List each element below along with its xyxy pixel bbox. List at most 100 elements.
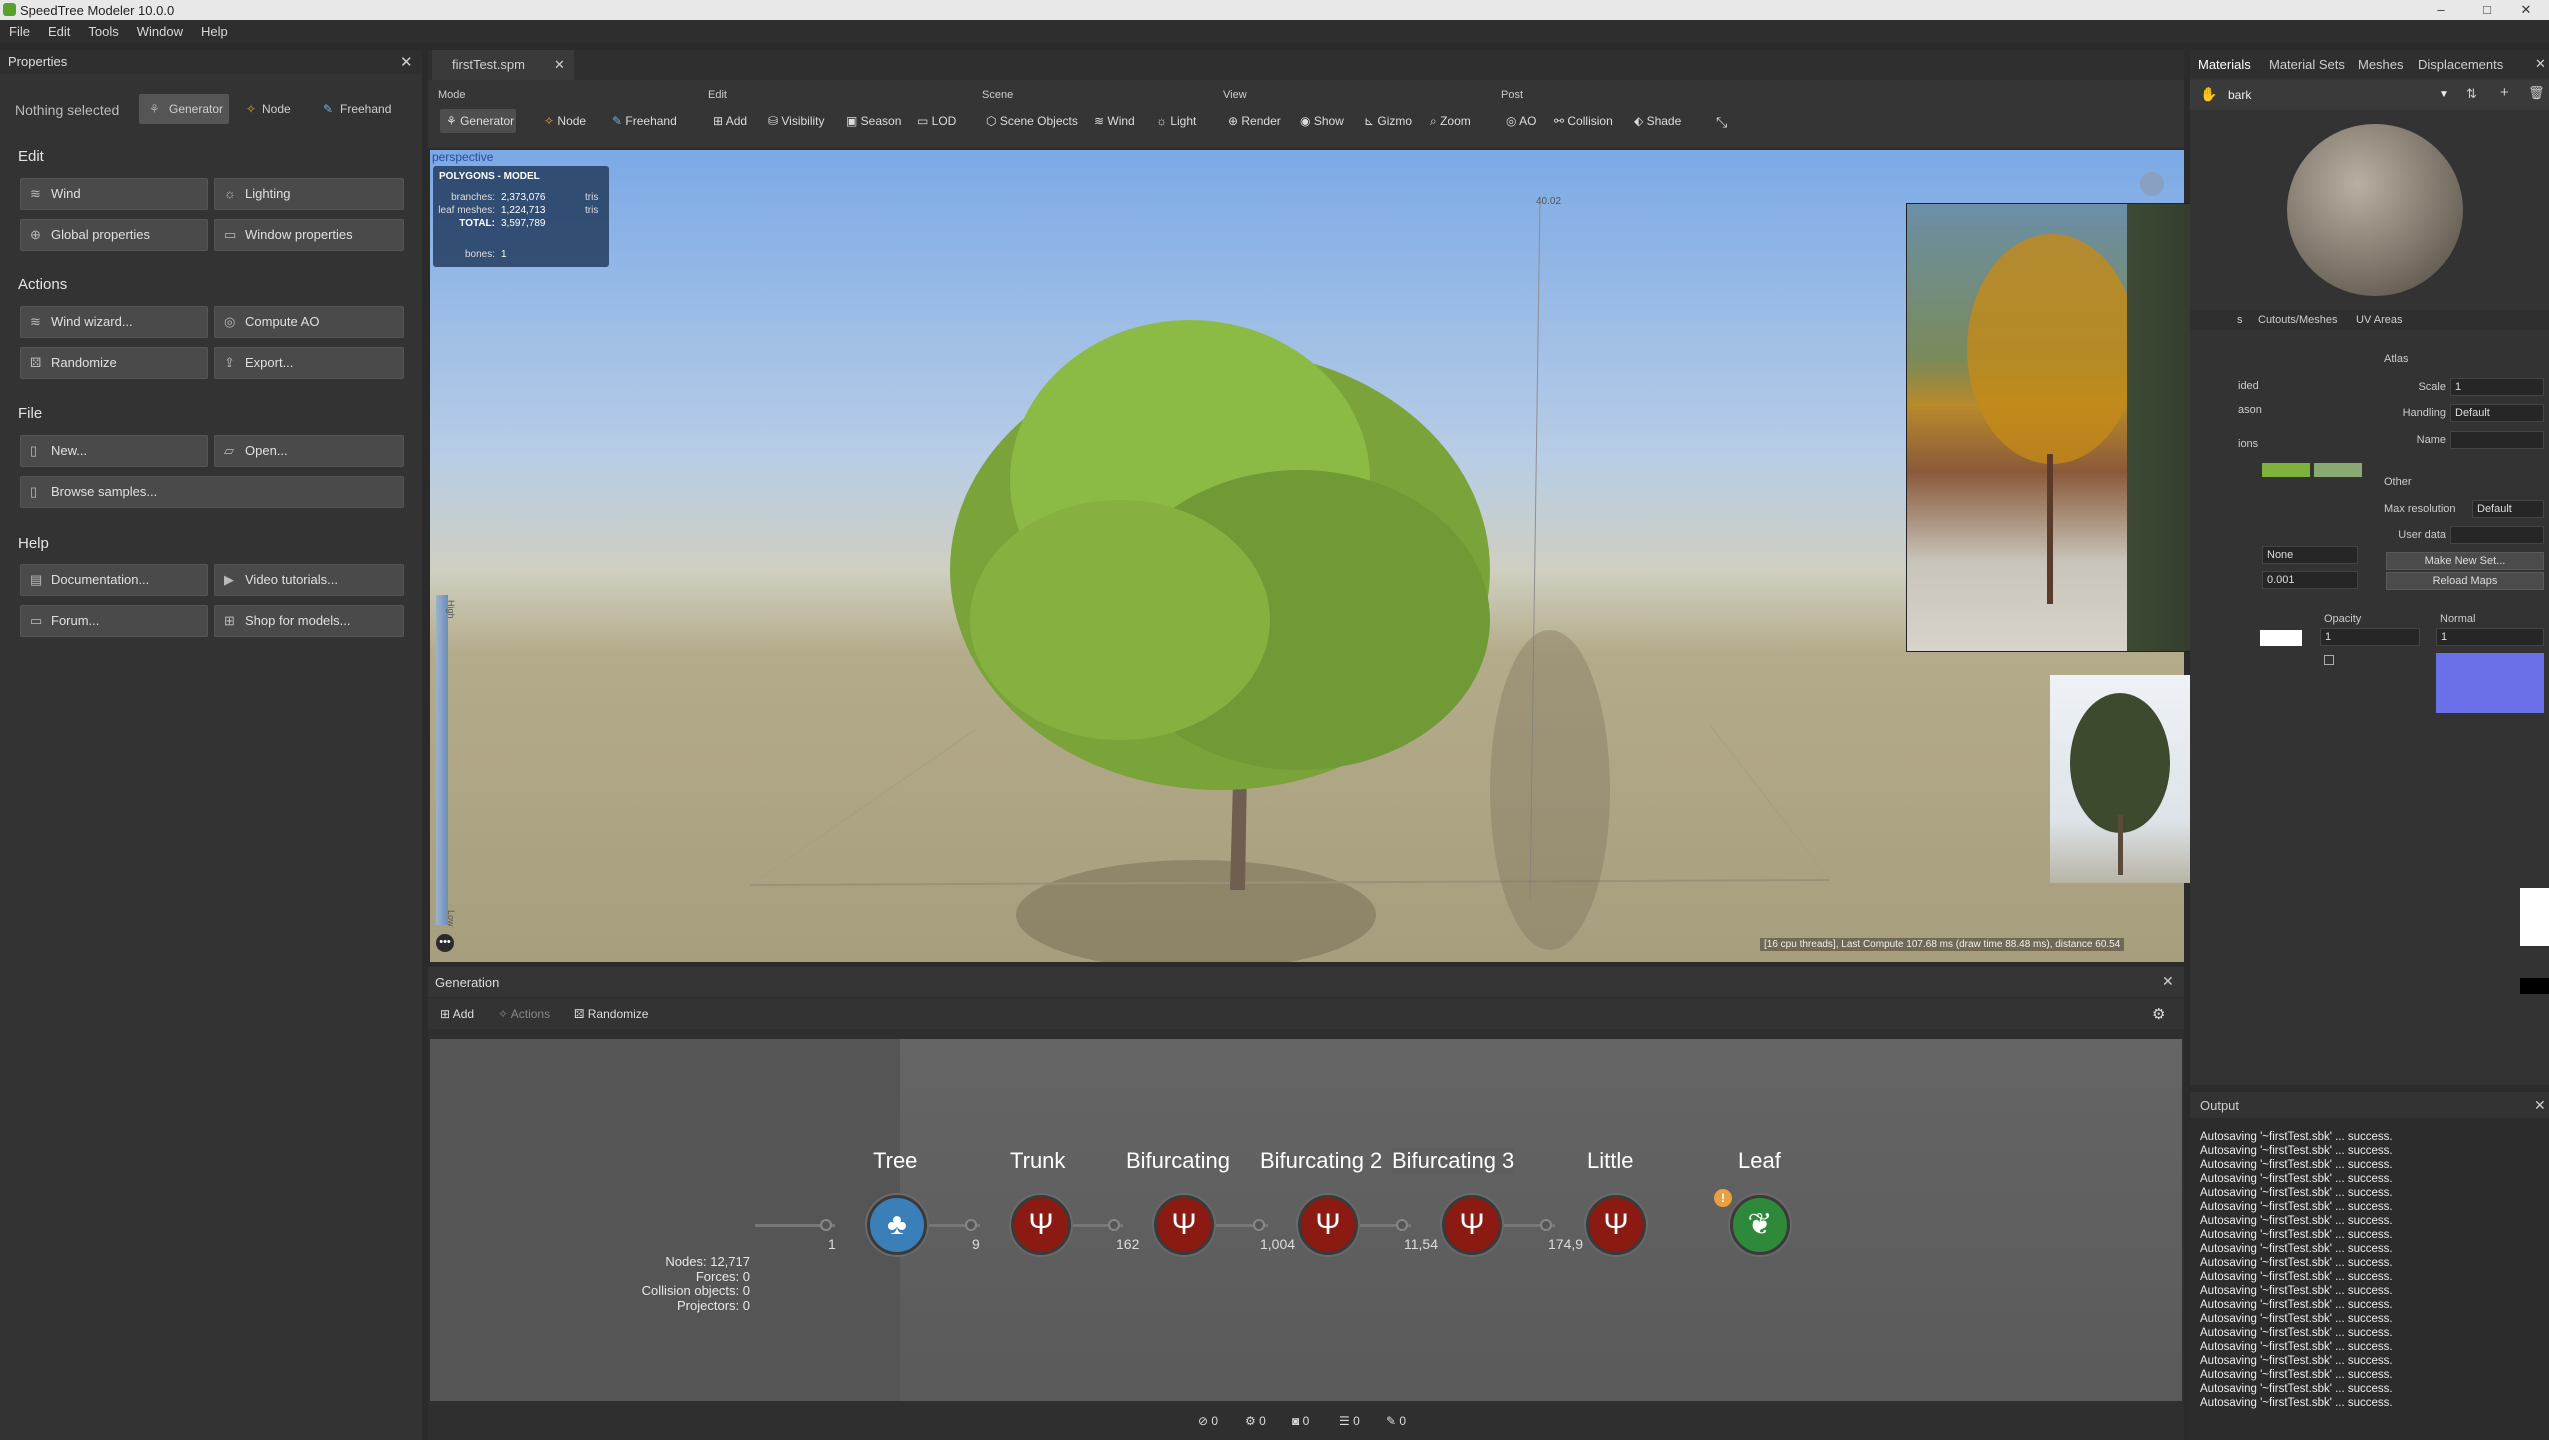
atlas-name-input[interactable]	[2450, 431, 2544, 449]
toolbar-lod-button[interactable]: ▭ LOD	[917, 114, 956, 128]
footer-locked-count[interactable]: ⚙ 0	[1245, 1414, 1266, 1428]
menu-tools[interactable]: Tools	[79, 20, 127, 39]
document-tab[interactable]: firstTest.spm ✕	[432, 50, 574, 80]
subtab-cutouts[interactable]: Cutouts/Meshes	[2258, 314, 2337, 326]
generation-actions-button[interactable]: ✧ Actions	[498, 1007, 550, 1021]
wind-button[interactable]: ≋ Wind	[20, 178, 208, 210]
sort-icon[interactable]: ⇅	[2466, 86, 2477, 102]
toolbar-zoom-button[interactable]: ⌕ Zoom	[1430, 114, 1471, 129]
wind-wizard-button[interactable]: ≋ Wind wizard...	[20, 306, 208, 338]
generation-randomize-button[interactable]: ⚄ Randomize	[574, 1007, 648, 1021]
lighting-button[interactable]: ☼ Lighting	[214, 178, 404, 210]
generation-add-button[interactable]: ⊞ Add	[440, 1007, 474, 1021]
white-swatch[interactable]	[2260, 630, 2302, 646]
subtab-partial[interactable]: s	[2237, 314, 2243, 326]
camera-orbit-icon[interactable]	[2140, 172, 2164, 196]
toolbar-visibility-button[interactable]: ⛁ Visibility	[768, 114, 825, 128]
tab-material-sets[interactable]: Material Sets	[2269, 57, 2345, 72]
open-button[interactable]: ▱ Open...	[214, 435, 404, 467]
toolbar-freehand-button[interactable]: ✎ Freehand	[612, 114, 677, 128]
make-new-set-button[interactable]: Make New Set...	[2386, 552, 2544, 570]
delete-material-icon[interactable]: 🗑	[2528, 85, 2545, 101]
randomize-button[interactable]: ⚄ Randomize	[20, 347, 208, 379]
toolbar-collision-button[interactable]: ⚯ Collision	[1554, 114, 1613, 128]
footer-camera-count[interactable]: ◙ 0	[1292, 1414, 1309, 1428]
subtab-uv-areas[interactable]: UV Areas	[2356, 314, 2402, 326]
connector-dot[interactable]	[965, 1219, 977, 1231]
toolbar-generator-button[interactable]: ⚘ Generator	[446, 114, 514, 128]
generation-canvas[interactable]: 1 9 162 1,004 11,54 174,9 Tree Trunk Bif…	[430, 1039, 2182, 1401]
shop-models-button[interactable]: ⊞ Shop for models...	[214, 605, 404, 637]
toolbar-light-button[interactable]: ☼ Light	[1156, 114, 1196, 128]
compute-ao-button[interactable]: ◎ Compute AO	[214, 306, 404, 338]
node-mode-button[interactable]: ✧ Node	[240, 94, 291, 124]
properties-close-icon[interactable]: ✕	[400, 53, 413, 71]
toolbar-show-button[interactable]: ◉ Show	[1300, 114, 1344, 128]
browse-samples-button[interactable]: ▯ Browse samples...	[20, 476, 404, 508]
menu-window[interactable]: Window	[128, 20, 192, 39]
toolbar-gizmo-button[interactable]: ⊾ Gizmo	[1364, 114, 1412, 128]
documentation-button[interactable]: ▤ Documentation...	[20, 564, 208, 596]
add-material-icon[interactable]: +	[2500, 84, 2509, 101]
tab-meshes[interactable]: Meshes	[2358, 57, 2404, 72]
generation-settings-icon[interactable]: ⚙	[2152, 1005, 2165, 1023]
freehand-mode-button[interactable]: ✎ Freehand	[318, 94, 391, 124]
hand-icon[interactable]: ✋	[2200, 86, 2217, 103]
normal-input[interactable]: 1	[2436, 628, 2544, 646]
connector-dot[interactable]	[1108, 1219, 1120, 1231]
connector-dot[interactable]	[820, 1219, 832, 1231]
color-swatch[interactable]	[2314, 463, 2362, 477]
minimize-button[interactable]: –	[2418, 0, 2464, 20]
footer-list-count[interactable]: ☰ 0	[1339, 1414, 1360, 1428]
node-bifurcating-3[interactable]: Ψ	[1442, 1195, 1502, 1255]
node-trunk[interactable]: Ψ	[1011, 1195, 1071, 1255]
node-bifurcating[interactable]: Ψ	[1154, 1195, 1214, 1255]
user-data-input[interactable]	[2450, 526, 2544, 544]
menu-file[interactable]: File	[0, 20, 39, 39]
toolbar-render-button[interactable]: ⊕ Render	[1228, 114, 1281, 128]
close-window-button[interactable]: ✕	[2503, 0, 2549, 20]
small-value-input[interactable]: 0.001	[2262, 571, 2358, 589]
max-resolution-select[interactable]: Default	[2472, 500, 2544, 518]
viewport-menu-icon[interactable]: •••	[436, 934, 454, 952]
output-close-icon[interactable]: ✕	[2534, 1097, 2546, 1114]
toolbar-ao-button[interactable]: ◎ AO	[1506, 114, 1537, 128]
material-select[interactable]: bark ▼	[2224, 85, 2454, 105]
video-tutorials-button[interactable]: ▶ Video tutorials...	[214, 564, 404, 596]
toolbar-shade-button[interactable]: ⬖ Shade	[1634, 114, 1681, 128]
generation-close-icon[interactable]: ✕	[2162, 973, 2174, 990]
none-select[interactable]: None	[2262, 546, 2358, 564]
export-button[interactable]: ⇪ Export...	[214, 347, 404, 379]
connector-dot[interactable]	[1540, 1219, 1552, 1231]
collapse-icon[interactable]: ⤡	[1716, 114, 1727, 131]
node-tree[interactable]: ♣	[867, 1195, 927, 1255]
normal-map-preview[interactable]	[2436, 653, 2544, 713]
black-map-preview[interactable]	[2520, 978, 2549, 994]
window-properties-button[interactable]: ▭ Window properties	[214, 219, 404, 251]
materials-close-icon[interactable]: ✕	[2535, 56, 2546, 72]
tab-materials[interactable]: Materials	[2198, 57, 2251, 72]
toolbar-add-button[interactable]: ⊞ Add	[713, 114, 747, 128]
opacity-input[interactable]: 1	[2320, 628, 2420, 646]
connector-dot[interactable]	[1253, 1219, 1265, 1231]
generator-mode-button[interactable]: ⚘ Generator	[139, 94, 229, 124]
node-bifurcating-2[interactable]: Ψ	[1298, 1195, 1358, 1255]
node-little[interactable]: Ψ	[1586, 1195, 1646, 1255]
connector-dot[interactable]	[1396, 1219, 1408, 1231]
tab-close-icon[interactable]: ✕	[554, 50, 565, 80]
new-button[interactable]: ▯ New...	[20, 435, 208, 467]
toolbar-node-button[interactable]: ✧ Node	[544, 114, 586, 128]
toolbar-scene-objects-button[interactable]: ⬡ Scene Objects	[986, 114, 1078, 128]
atlas-handling-select[interactable]: Default	[2450, 404, 2544, 422]
white-map-preview[interactable]	[2520, 888, 2549, 946]
lod-slider[interactable]	[436, 595, 448, 925]
warning-icon[interactable]: !	[1714, 1189, 1732, 1207]
node-leaf[interactable]: ❦	[1730, 1195, 1790, 1255]
atlas-scale-input[interactable]: 1	[2450, 378, 2544, 396]
footer-hidden-count[interactable]: ⊘ 0	[1198, 1414, 1218, 1428]
toolbar-wind-button[interactable]: ≋ Wind	[1094, 114, 1135, 128]
reload-maps-button[interactable]: Reload Maps	[2386, 572, 2544, 590]
global-properties-button[interactable]: ⊕ Global properties	[20, 219, 208, 251]
toolbar-season-button[interactable]: ▣ Season	[846, 114, 901, 128]
menu-help[interactable]: Help	[192, 20, 237, 39]
